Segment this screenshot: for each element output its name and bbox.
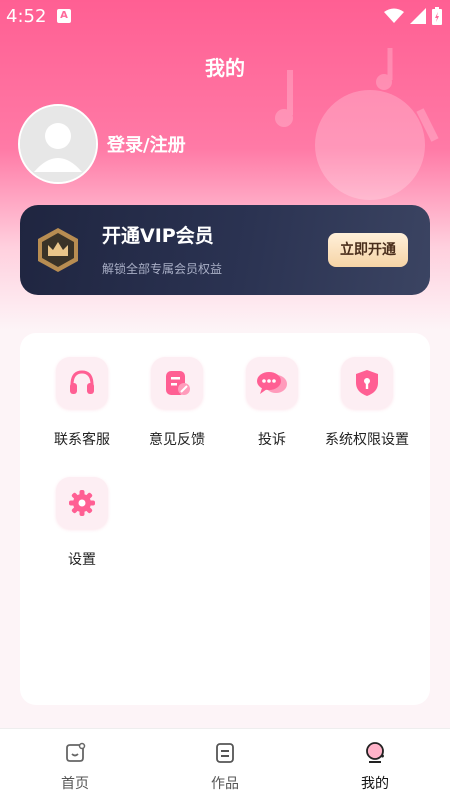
shield-icon — [356, 370, 378, 396]
function-menu-card: 联系客服 意见反馈 投诉 系统权限设置 设置 — [20, 333, 430, 705]
menu-item-label: 系统权限设置 — [325, 432, 409, 448]
menu-item-customer-service[interactable]: 联系客服 — [34, 333, 134, 448]
vip-title: 开通VIP会员 — [102, 225, 214, 247]
menu-item-permission-settings[interactable]: 系统权限设置 — [319, 333, 419, 448]
menu-item-label: 联系客服 — [54, 432, 110, 448]
tab-label: 首页 — [61, 776, 89, 792]
tab-label: 我的 — [361, 776, 389, 792]
login-register-link[interactable]: 登录/注册 — [107, 131, 186, 157]
default-avatar-icon — [20, 106, 96, 182]
page-title: 我的 — [205, 56, 245, 80]
tab-home[interactable]: 首页 — [0, 729, 150, 802]
vip-banner[interactable]: 开通VIP会员 解锁全部专属会员权益 立即开通 — [20, 205, 430, 295]
status-bar: 4:52 A — [0, 0, 450, 34]
bottom-tab-bar: 首页 作品 我的 — [0, 728, 450, 802]
system-icons — [384, 7, 442, 25]
tab-works[interactable]: 作品 — [150, 729, 300, 802]
menu-item-label: 意见反馈 — [149, 432, 205, 448]
notification-badge: A — [57, 9, 71, 23]
menu-item-complaint[interactable]: 投诉 — [224, 333, 324, 448]
status-time: 4:52 — [6, 6, 47, 27]
battery-icon — [432, 7, 442, 25]
headset-icon — [70, 370, 94, 394]
signal-icon — [410, 8, 426, 24]
works-icon — [216, 743, 234, 763]
home-icon — [66, 742, 86, 762]
menu-item-label: 投诉 — [258, 432, 286, 448]
tab-label: 作品 — [211, 776, 239, 792]
crown-badge-icon — [38, 228, 78, 272]
chat-bubble-icon — [257, 372, 287, 394]
vip-open-button[interactable]: 立即开通 — [328, 233, 408, 267]
profile-icon — [366, 742, 384, 763]
menu-item-label: 设置 — [68, 552, 96, 568]
vip-subtitle: 解锁全部专属会员权益 — [102, 262, 223, 276]
menu-item-settings[interactable]: 设置 — [34, 453, 134, 568]
feedback-icon — [166, 371, 190, 395]
gear-icon — [69, 490, 95, 516]
avatar[interactable] — [18, 104, 98, 184]
wifi-icon — [384, 8, 404, 23]
menu-item-feedback[interactable]: 意见反馈 — [129, 333, 229, 448]
tab-profile[interactable]: 我的 — [300, 729, 450, 802]
